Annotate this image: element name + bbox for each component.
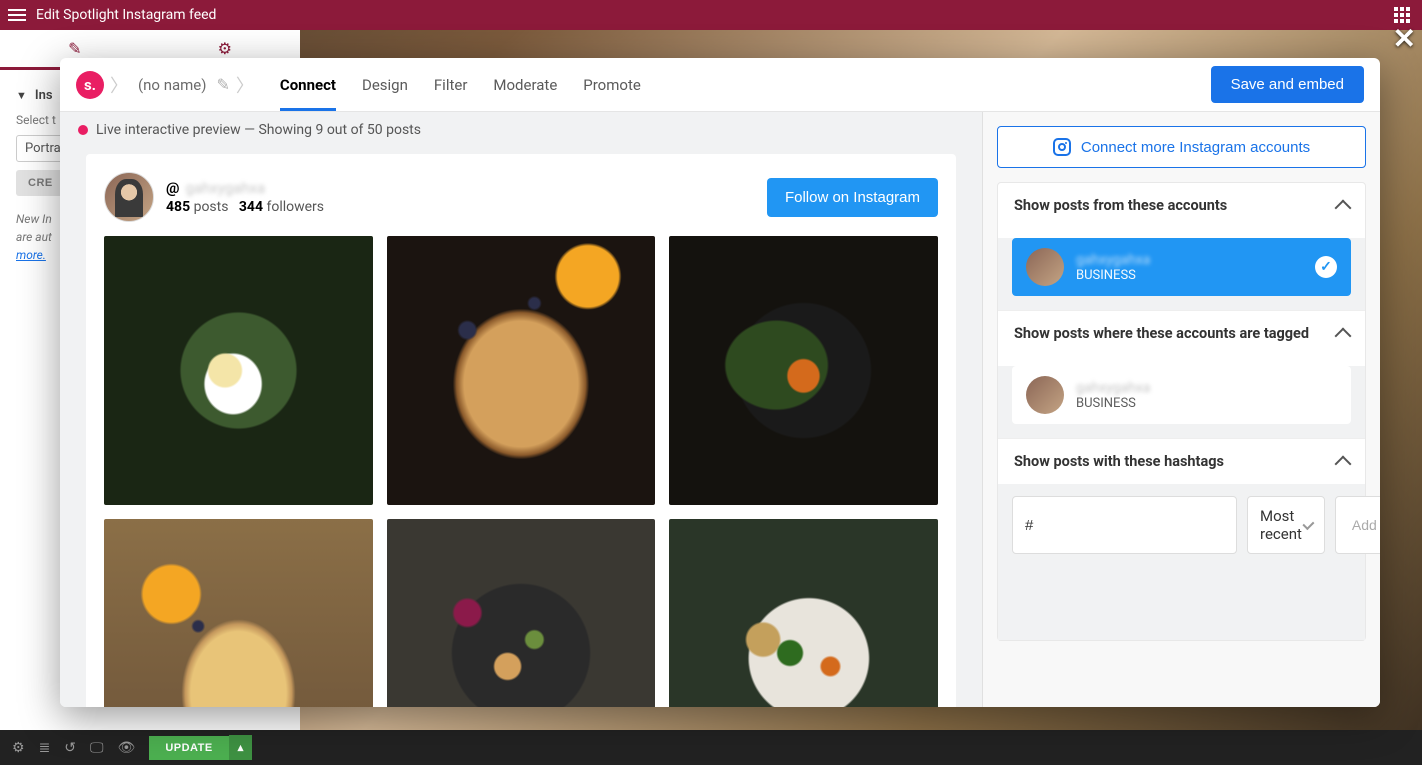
modal-header: s. 〉 (no name) ✎ 〉 Connect Design Filter…: [60, 58, 1380, 112]
post-thumbnail[interactable]: [104, 236, 373, 505]
layers-icon[interactable]: ≣: [39, 740, 51, 756]
instagram-icon: [1053, 138, 1071, 156]
desktop-icon[interactable]: 🖵: [90, 740, 104, 756]
feed-preview-card: @ gahxygahxa 485 posts 344 followers Fol…: [86, 154, 956, 707]
post-thumbnail[interactable]: [669, 519, 938, 707]
account-item-selected[interactable]: gahxygahxa BUSINESS ✓: [1012, 238, 1351, 296]
editor-modal: s. 〉 (no name) ✎ 〉 Connect Design Filter…: [60, 58, 1380, 707]
preview-pane[interactable]: Live interactive preview — Showing 9 out…: [60, 112, 982, 707]
edit-name-icon[interactable]: ✎: [216, 75, 229, 94]
tab-design[interactable]: Design: [362, 60, 408, 110]
accordion-header[interactable]: Show posts with these hashtags: [998, 438, 1365, 484]
create-button[interactable]: CRE: [16, 170, 65, 196]
breadcrumb-separator: 〉: [110, 72, 128, 98]
apps-grid-icon[interactable]: [1394, 7, 1410, 23]
side-panel: Connect more Instagram accounts Show pos…: [982, 112, 1380, 707]
spotlight-logo: s.: [76, 71, 104, 99]
learn-more-link[interactable]: more.: [16, 248, 46, 262]
feed-name: (no name): [138, 76, 206, 94]
avatar: [1026, 376, 1064, 414]
live-dot-icon: [78, 125, 88, 135]
hashtag-sort-select[interactable]: Most recent: [1247, 496, 1325, 554]
update-button[interactable]: UPDATE: [149, 736, 228, 760]
post-thumbnail[interactable]: [669, 236, 938, 505]
hashtag-input[interactable]: [1012, 496, 1237, 554]
tab-connect[interactable]: Connect: [280, 60, 336, 110]
accordion-header[interactable]: Show posts where these accounts are tagg…: [998, 310, 1365, 356]
post-thumbnail[interactable]: [387, 236, 656, 505]
connect-accounts-button[interactable]: Connect more Instagram accounts: [997, 126, 1366, 168]
preview-banner: Live interactive preview — Showing 9 out…: [60, 112, 982, 148]
post-grid: [104, 236, 938, 707]
post-thumbnail[interactable]: [387, 519, 656, 707]
account-item[interactable]: gahxygahxa BUSINESS: [1012, 366, 1351, 424]
menu-icon[interactable]: [8, 9, 26, 21]
app-title: Edit Spotlight Instagram feed: [36, 7, 216, 23]
accordion-from-accounts: Show posts from these accounts gahxygahx…: [997, 182, 1366, 641]
breadcrumb-separator: 〉: [236, 72, 254, 98]
chevron-up-icon: [1335, 455, 1352, 472]
add-hashtag-button[interactable]: Add: [1335, 496, 1380, 554]
settings-icon[interactable]: ⚙: [12, 740, 25, 756]
account-stats: 485 posts 344 followers: [166, 199, 324, 215]
tab-moderate[interactable]: Moderate: [493, 60, 557, 110]
pencil-icon[interactable]: ✎: [68, 39, 81, 58]
editor-tabs: Connect Design Filter Moderate Promote: [280, 60, 641, 110]
app-header: Edit Spotlight Instagram feed: [0, 0, 1422, 30]
tab-promote[interactable]: Promote: [583, 60, 641, 110]
check-icon: ✓: [1315, 256, 1337, 278]
history-icon[interactable]: ↺: [64, 740, 76, 756]
save-embed-button[interactable]: Save and embed: [1211, 66, 1364, 103]
avatar: [104, 172, 154, 222]
eye-icon[interactable]: 👁: [118, 740, 136, 756]
tab-filter[interactable]: Filter: [434, 60, 468, 110]
close-icon[interactable]: ✕: [1393, 22, 1416, 55]
gear-icon[interactable]: ⚙: [218, 39, 232, 58]
update-dropdown[interactable]: ▴: [229, 735, 252, 760]
bottom-toolbar: ⚙ ≣ ↺ 🖵 👁 UPDATE ▴: [0, 730, 1422, 765]
avatar: [1026, 248, 1064, 286]
accordion-header[interactable]: Show posts from these accounts: [998, 183, 1365, 228]
follow-button[interactable]: Follow on Instagram: [767, 178, 938, 217]
chevron-up-icon: [1335, 199, 1352, 216]
post-thumbnail[interactable]: [104, 519, 373, 707]
chevron-up-icon: [1335, 327, 1352, 344]
handle: @ gahxygahxa: [166, 179, 324, 197]
